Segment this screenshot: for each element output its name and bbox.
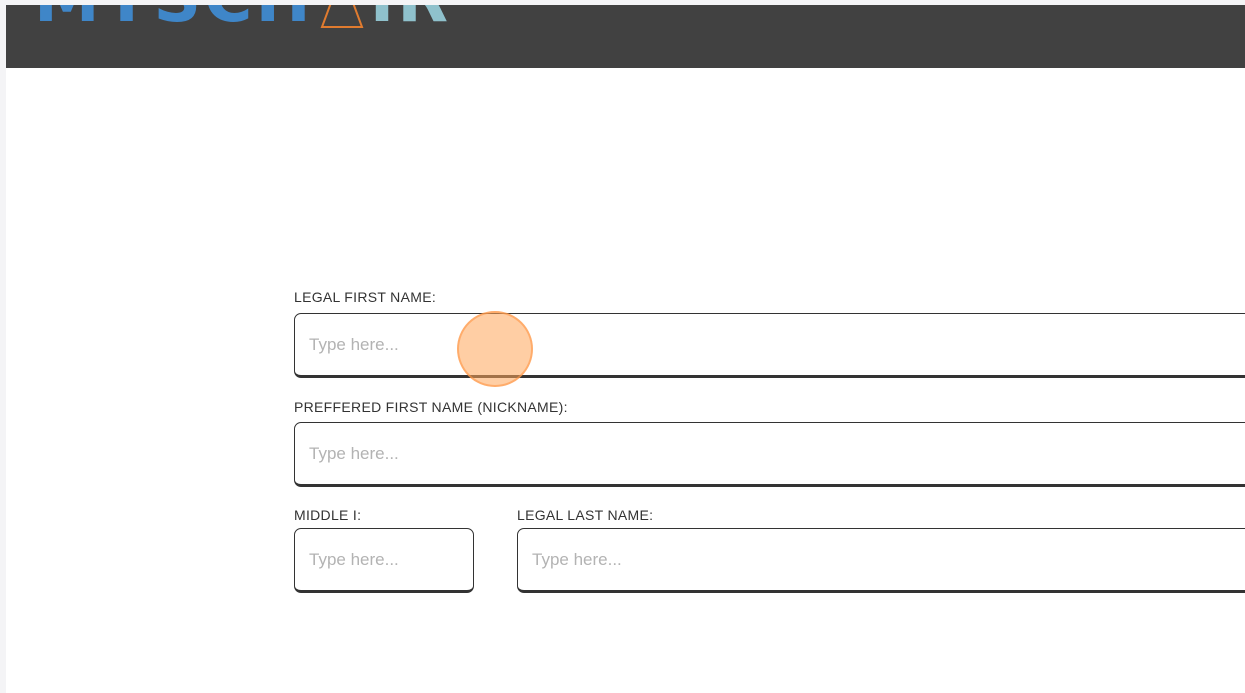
logo-text-start: MYSCH — [34, 5, 314, 32]
browser-viewport: MYSCH IR LEGAL FIRST NAME: PREFFERED FIR… — [6, 5, 1245, 693]
site-logo[interactable]: MYSCH IR — [34, 5, 451, 32]
logo-text-end: IR — [370, 5, 451, 32]
middle-initial-label: MIDDLE I: — [294, 507, 362, 523]
legal-first-name-label: LEGAL FIRST NAME: — [294, 289, 437, 305]
logo-triangle-icon — [318, 5, 366, 29]
middle-initial-input[interactable] — [294, 528, 474, 593]
preferred-first-name-input[interactable] — [294, 422, 1245, 487]
site-header: MYSCH IR — [6, 5, 1245, 68]
legal-last-name-input[interactable] — [517, 528, 1245, 593]
preferred-first-name-label: PREFFERED FIRST NAME (NICKNAME): — [294, 399, 568, 415]
legal-first-name-input[interactable] — [294, 313, 1245, 378]
legal-last-name-label: LEGAL LAST NAME: — [517, 507, 654, 523]
page: MYSCH IR LEGAL FIRST NAME: PREFFERED FIR… — [0, 0, 1245, 693]
